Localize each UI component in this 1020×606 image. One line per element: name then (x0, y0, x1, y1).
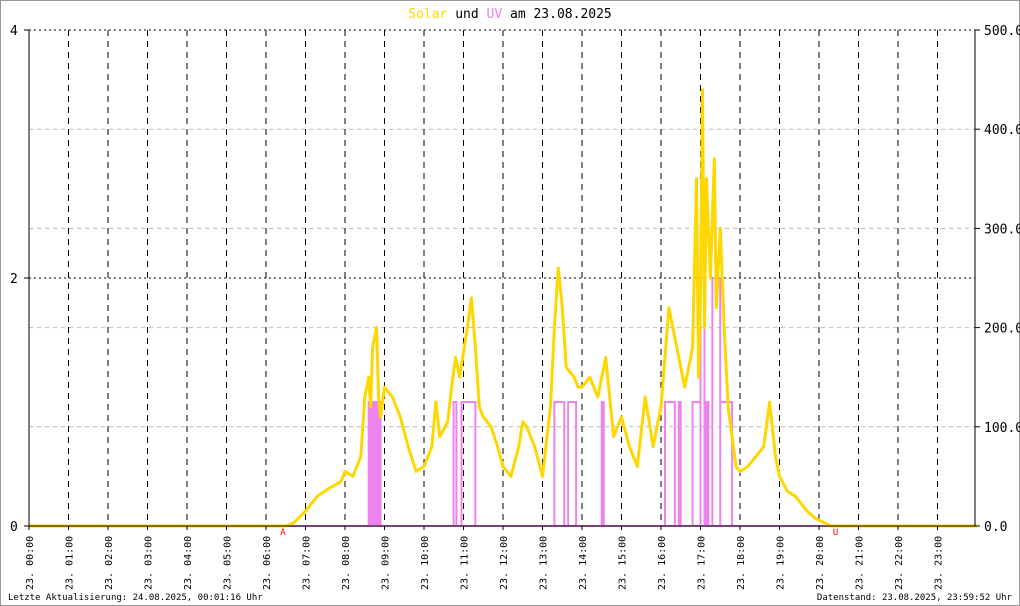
y-right-tick-label: 0.0 (984, 520, 1007, 535)
x-tick-label: 23. 22:00 (894, 536, 905, 590)
y-right-tick-label: 100.0 (984, 421, 1020, 436)
last-update: Letzte Aktualisierung: 24.08.2025, 00:01… (8, 593, 263, 603)
title-und: und (455, 7, 478, 22)
x-tick-label: 23. 14:00 (578, 536, 589, 590)
x-tick-label: 23. 18:00 (736, 536, 747, 590)
marker-u: U (833, 528, 838, 538)
x-tick-label: 23. 03:00 (144, 536, 155, 590)
x-tick-label: 23. 06:00 (262, 536, 273, 590)
x-tick-label: 23. 04:00 (183, 536, 194, 590)
solar-uv-chart: Solar und UV am 23.08.2025 23. 00:00 23. … (10, 7, 1020, 590)
data-timestamp: Datenstand: 23.08.2025, 23:59:52 Uhr (816, 593, 1012, 603)
x-tick-label: 23. 09:00 (381, 536, 392, 590)
x-tick-label: 23. 23:00 (934, 536, 945, 590)
x-tick-label: 23. 10:00 (420, 536, 431, 590)
x-tick-label: 23. 01:00 (65, 536, 76, 590)
x-tick-label: 23. 05:00 (223, 536, 234, 590)
y-left-tick-label: 4 (10, 24, 18, 39)
title-solar: Solar (408, 7, 447, 22)
y-left-tick-label: 0 (10, 520, 18, 535)
x-tick-label: 23. 00:00 (25, 536, 36, 590)
uv-line (29, 277, 975, 527)
x-tick-label: 23. 07:00 (302, 536, 313, 590)
title-uv: UV (487, 7, 503, 22)
x-tick-label: 23. 17:00 (697, 536, 708, 590)
y-left-tick-label: 2 (10, 272, 18, 287)
y-right-tick-label: 200.0 (984, 322, 1020, 337)
x-tick-label: 23. 11:00 (460, 536, 471, 590)
x-tick-label: 23. 02:00 (104, 536, 115, 590)
x-tick-label: 23. 16:00 (657, 536, 668, 590)
x-tick-label: 23. 08:00 (341, 536, 352, 590)
y-right-tick-label: 400.0 (984, 123, 1020, 138)
x-tick-label: 23. 19:00 (776, 536, 787, 590)
x-tick-label: 23. 13:00 (539, 536, 550, 590)
marker-a: A (280, 528, 286, 538)
x-tick-label: 23. 15:00 (618, 536, 629, 590)
x-tick-label: 23. 20:00 (815, 536, 826, 590)
y-right-tick-label: 300.0 (984, 222, 1020, 237)
title-date: am 23.08.2025 (510, 7, 612, 22)
chart-title: Solar und UV am 23.08.2025 (408, 7, 612, 22)
x-tick-label: 23. 21:00 (855, 536, 866, 590)
x-tick-label: 23. 12:00 (499, 536, 510, 590)
uv-bar (368, 402, 381, 526)
y-right-tick-label: 500.0 (984, 24, 1020, 39)
